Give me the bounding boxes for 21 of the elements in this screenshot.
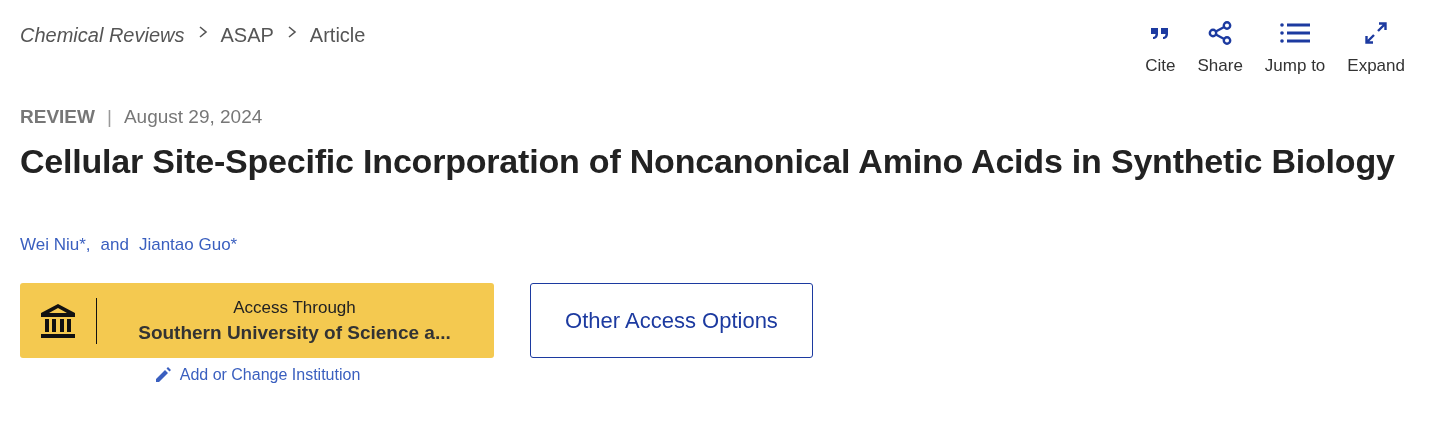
breadcrumb-link[interactable]: Chemical Reviews bbox=[20, 24, 185, 47]
share-icon bbox=[1207, 20, 1234, 46]
toolbar-button[interactable]: Share bbox=[1197, 20, 1243, 76]
toolbar-button[interactable]: Jump to bbox=[1264, 20, 1326, 76]
institution-access-button[interactable]: Access Through Southern University of Science a... bbox=[20, 283, 494, 358]
article-type: REVIEW bbox=[20, 106, 95, 128]
breadcrumb-link[interactable]: ASAP bbox=[220, 24, 274, 47]
publication-date: August 29, 2024 bbox=[123, 106, 263, 128]
toolbar-button[interactable]: Cite bbox=[1145, 20, 1176, 76]
conjunction-text: and bbox=[100, 235, 129, 255]
expand-icon bbox=[1363, 20, 1390, 46]
breadcrumb-link[interactable]: Article bbox=[309, 24, 366, 47]
author-link[interactable]: Jiantao Guo* bbox=[138, 235, 238, 255]
toolbar-button[interactable]: Expand bbox=[1347, 20, 1405, 76]
change-institution-link[interactable]: Add or Change Institution bbox=[153, 366, 361, 384]
author-link[interactable]: Wei Niu*, bbox=[20, 235, 91, 255]
pencil-icon bbox=[153, 366, 172, 384]
article-title: Cellular Site-Specific Incorporation of Noncanonical Amino Acids in Synthetic Biology bbox=[20, 142, 1396, 181]
list-icon bbox=[1279, 20, 1312, 46]
other-access-button[interactable]: Other Access Options bbox=[530, 283, 813, 358]
separator: | bbox=[106, 106, 112, 128]
